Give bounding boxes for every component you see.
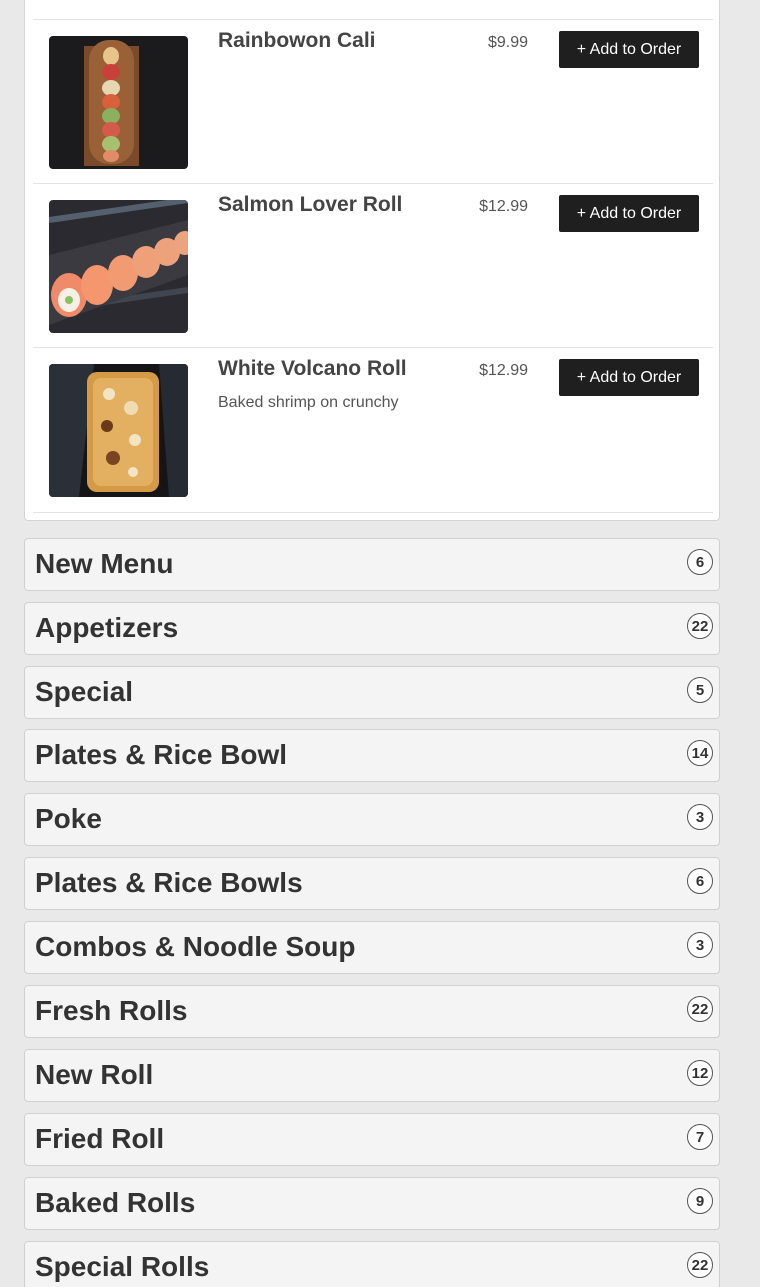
category-count-badge: 12 bbox=[687, 1060, 713, 1086]
sushi-roll-photo-icon[interactable] bbox=[49, 200, 188, 333]
category-header-fresh-rolls[interactable]: Fresh Rolls 22 bbox=[24, 985, 720, 1038]
menu-item-row: Rainbowon Cali $9.99 + Add to Order bbox=[33, 20, 713, 184]
category-header-baked-rolls[interactable]: Baked Rolls 9 bbox=[24, 1177, 720, 1230]
category-title: Special bbox=[35, 676, 134, 707]
category-header-fried-roll[interactable]: Fried Roll 7 bbox=[24, 1113, 720, 1166]
category-items-panel: Rainbowon Cali $9.99 + Add to Order Salm… bbox=[24, 0, 720, 521]
sushi-roll-photo-icon[interactable] bbox=[49, 364, 188, 497]
category-count-badge: 14 bbox=[687, 740, 713, 766]
item-description: Baked shrimp on crunchy bbox=[218, 394, 399, 411]
category-title: Poke bbox=[35, 803, 102, 834]
category-title: Special Rolls bbox=[35, 1251, 210, 1282]
category-count-badge: 9 bbox=[687, 1188, 713, 1214]
category-header-special[interactable]: Special 5 bbox=[24, 666, 720, 719]
category-count-badge: 6 bbox=[687, 868, 713, 894]
category-count-badge: 3 bbox=[687, 932, 713, 958]
category-header-new-roll[interactable]: New Roll 12 bbox=[24, 1049, 720, 1102]
item-name[interactable]: White Volcano Roll bbox=[218, 357, 407, 381]
item-price: $12.99 bbox=[479, 362, 528, 379]
category-header-combos-noodle-soup[interactable]: Combos & Noodle Soup 3 bbox=[24, 921, 720, 974]
add-to-order-button[interactable]: + Add to Order bbox=[559, 195, 699, 232]
category-title: Baked Rolls bbox=[35, 1187, 196, 1218]
category-title: Appetizers bbox=[35, 612, 179, 643]
category-count-badge: 6 bbox=[687, 549, 713, 575]
menu-page: Rainbowon Cali $9.99 + Add to Order Salm… bbox=[0, 0, 760, 1287]
menu-item-row-partial bbox=[33, 0, 713, 20]
category-title: Fresh Rolls bbox=[35, 995, 188, 1026]
category-title: New Roll bbox=[35, 1059, 154, 1090]
category-title: Combos & Noodle Soup bbox=[35, 931, 356, 962]
category-count-badge: 22 bbox=[687, 996, 713, 1022]
category-title: New Menu bbox=[35, 548, 174, 579]
sushi-roll-photo-icon[interactable] bbox=[49, 36, 188, 169]
add-to-order-button[interactable]: + Add to Order bbox=[559, 31, 699, 68]
item-price: $9.99 bbox=[487, 34, 528, 51]
category-header-appetizers[interactable]: Appetizers 22 bbox=[24, 602, 720, 655]
item-name[interactable]: Salmon Lover Roll bbox=[218, 193, 402, 217]
category-count-badge: 7 bbox=[687, 1124, 713, 1150]
category-count-badge: 22 bbox=[687, 1252, 713, 1278]
category-header-special-rolls[interactable]: Special Rolls 22 bbox=[24, 1241, 720, 1287]
category-title: Plates & Rice Bowls bbox=[35, 867, 303, 898]
category-header-plates-rice-bowl[interactable]: Plates & Rice Bowl 14 bbox=[24, 729, 720, 782]
item-name[interactable]: Rainbowon Cali bbox=[218, 29, 376, 53]
category-title: Fried Roll bbox=[35, 1123, 165, 1154]
category-count-badge: 3 bbox=[687, 804, 713, 830]
category-count-badge: 22 bbox=[687, 613, 713, 639]
menu-item-row: White Volcano Roll Baked shrimp on crunc… bbox=[33, 348, 713, 513]
category-header-poke[interactable]: Poke 3 bbox=[24, 793, 720, 846]
category-count-badge: 5 bbox=[687, 677, 713, 703]
item-price: $12.99 bbox=[479, 198, 528, 215]
category-title: Plates & Rice Bowl bbox=[35, 739, 288, 770]
category-header-plates-rice-bowls[interactable]: Plates & Rice Bowls 6 bbox=[24, 857, 720, 910]
add-to-order-button[interactable]: + Add to Order bbox=[559, 359, 699, 396]
category-header-new-menu[interactable]: New Menu 6 bbox=[24, 538, 720, 591]
menu-item-row: Salmon Lover Roll $12.99 + Add to Order bbox=[33, 184, 713, 348]
